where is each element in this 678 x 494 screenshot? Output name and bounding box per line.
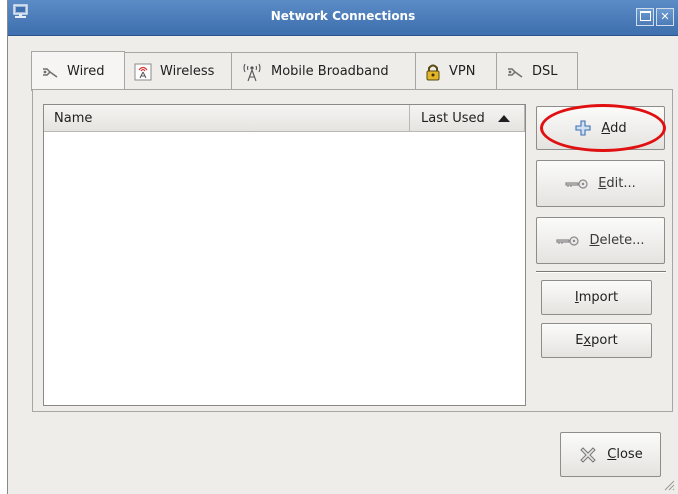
tab-label-vpn: VPN xyxy=(449,64,476,79)
column-header-last-used-label: Last Used xyxy=(421,110,485,126)
tab-wireless[interactable]: Wireless xyxy=(124,52,232,90)
sort-ascending-icon xyxy=(497,114,510,122)
tab-wired[interactable]: Wired xyxy=(31,51,125,91)
close-button-label: Close xyxy=(607,447,643,462)
wired-plug-icon xyxy=(41,65,59,79)
tab-dsl[interactable]: DSL xyxy=(496,52,578,90)
connection-type-tabs: Wired Wireless Mobile Broadband VPN DSL xyxy=(31,51,578,91)
edit-button-label: Edit... xyxy=(598,176,636,191)
tab-label-dsl: DSL xyxy=(532,64,558,79)
tab-label-mobile-broadband: Mobile Broadband xyxy=(271,64,389,79)
column-header-name[interactable]: Name xyxy=(44,105,410,132)
list-body-empty[interactable] xyxy=(44,132,525,405)
close-button[interactable]: Close xyxy=(560,432,661,477)
vpn-lock-icon xyxy=(425,63,441,81)
import-button[interactable]: Import xyxy=(541,280,652,315)
add-button-label: Add xyxy=(601,120,627,136)
connections-list[interactable]: Name Last Used xyxy=(43,104,526,406)
wireless-antenna-icon xyxy=(134,63,152,81)
close-window-button[interactable]: ✕ xyxy=(656,8,674,26)
import-button-label: Import xyxy=(574,290,619,305)
window-title: Network Connections xyxy=(270,9,416,23)
title-bar[interactable]: Network Connections ✕ xyxy=(8,0,678,36)
tab-mobile-broadband[interactable]: Mobile Broadband xyxy=(231,52,416,90)
network-connections-window: Network Connections ✕ Wired Wireless Mob… xyxy=(7,0,678,494)
list-header: Name Last Used xyxy=(44,105,525,132)
column-header-last-used[interactable]: Last Used xyxy=(410,105,525,132)
tab-label-wired: Wired xyxy=(67,64,105,79)
resize-grip-icon[interactable] xyxy=(661,477,675,491)
list-empty-area xyxy=(44,132,522,145)
key-icon xyxy=(565,178,589,189)
restore-window-button[interactable] xyxy=(636,8,654,26)
edit-button[interactable]: Edit... xyxy=(536,160,665,207)
tab-vpn[interactable]: VPN xyxy=(415,52,497,90)
mobile-broadband-tower-icon xyxy=(241,61,263,83)
restore-icon xyxy=(639,11,651,21)
export-button[interactable]: Export xyxy=(541,323,652,358)
plus-icon xyxy=(574,119,592,137)
delete-button[interactable]: Delete... xyxy=(536,217,665,264)
button-separator xyxy=(536,271,666,273)
key-icon xyxy=(556,235,580,246)
close-icon: ✕ xyxy=(660,10,670,23)
dsl-plug-icon xyxy=(506,65,524,79)
add-button[interactable]: Add xyxy=(536,106,665,150)
export-button-label: Export xyxy=(575,333,618,348)
tab-label-wireless: Wireless xyxy=(160,64,215,79)
column-header-name-label: Name xyxy=(54,110,93,126)
delete-button-label: Delete... xyxy=(589,233,645,248)
close-x-icon xyxy=(578,445,598,465)
